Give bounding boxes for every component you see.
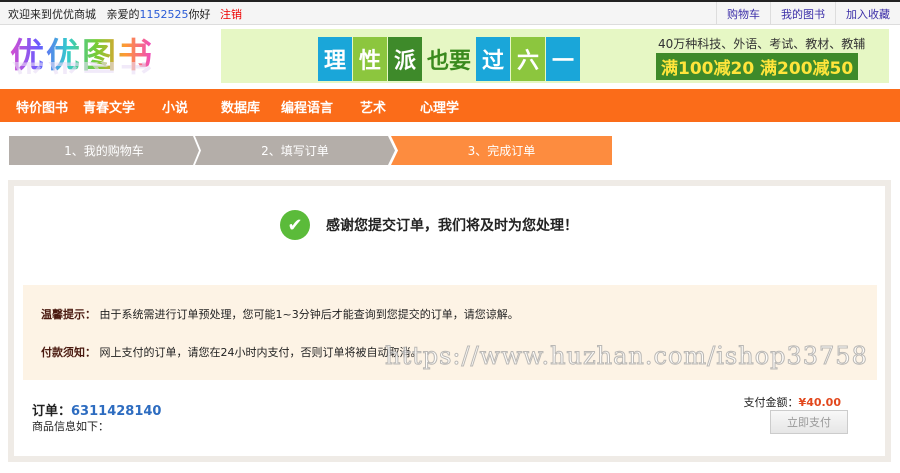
order-label: 订单： <box>32 404 72 419</box>
check-icon: ✔ <box>280 210 310 240</box>
logout-link[interactable]: 注销 <box>220 8 242 21</box>
product-info-label: 商品信息如下： <box>32 420 109 433</box>
payment-note-text: 网上支付的订单，请您在24小时内支付，否则订单将被自动取消。 <box>99 346 422 359</box>
checkout-steps: 1、我的购物车 2、填写订单 3、完成订单 <box>9 136 612 165</box>
banner-tile: 理 <box>318 37 352 81</box>
nav-item[interactable]: 数据库 <box>221 97 260 116</box>
banner-deal: 满100减20 满200减50 <box>656 53 859 80</box>
nav-item[interactable]: 心理学 <box>420 97 459 116</box>
nav-item[interactable]: 小说 <box>162 97 188 116</box>
main-nav: 特价图书 青春文学 小说 数据库 编程语言 艺术 心理学 <box>0 89 900 122</box>
greet-prefix: 亲爱的 <box>106 8 140 21</box>
nav-item[interactable]: 艺术 <box>360 97 386 116</box>
watermark: https://www.huzhan.com/ishop33758 <box>385 342 868 371</box>
thanks-message: 感谢您提交订单，我们将及时为您处理！ <box>326 218 578 234</box>
step-cart: 1、我的购物车 <box>9 136 199 165</box>
nav-item[interactable]: 编程语言 <box>281 97 333 116</box>
banner-tile: 性 <box>353 37 387 81</box>
pay-now-button[interactable]: 立即支付 <box>770 410 848 434</box>
promo-banner[interactable]: 理 性 派 也要 过 六 一 40万种科技、外语、考试、教材、教辅 满100减2… <box>221 29 889 83</box>
banner-tile: 一 <box>546 37 581 81</box>
order-number: 6311428140 <box>71 404 162 419</box>
nav-item[interactable]: 特价图书 <box>16 97 68 116</box>
banner-tile: 六 <box>511 37 546 81</box>
payment-note-label: 付款须知： <box>41 346 96 359</box>
logo-reflection: 优优图书 <box>10 62 154 84</box>
my-books-link[interactable]: 我的图书 <box>770 2 835 25</box>
cart-link[interactable]: 购物车 <box>716 2 770 25</box>
welcome-text: 欢迎来到优优商城 <box>8 8 96 21</box>
add-favorite-link[interactable]: 加入收藏 <box>835 2 900 25</box>
banner-tile: 过 <box>476 37 511 81</box>
pay-amount: ¥40.00 <box>798 396 841 409</box>
tip-label: 温馨提示： <box>41 308 96 321</box>
order-result-panel: ✔ 感谢您提交订单，我们将及时为您处理！ 温馨提示： 由于系统需进行订单预处理，… <box>8 180 891 462</box>
banner-subtitle: 40万种科技、外语、考试、教材、教辅 <box>658 37 866 51</box>
nav-item[interactable]: 青春文学 <box>83 97 135 116</box>
username-link[interactable]: 1152525 <box>140 8 189 21</box>
pay-amount-label: 支付金额： <box>743 396 799 409</box>
welcome: 欢迎来到优优商城 亲爱的1152525你好 注销 <box>8 6 242 22</box>
step-fill-order: 2、填写订单 <box>195 136 395 165</box>
banner-tile: 也要 <box>427 49 472 74</box>
step-complete: 3、完成订单 <box>391 136 612 165</box>
greet-suffix: 你好 <box>188 8 211 21</box>
top-bar: 欢迎来到优优商城 亲爱的1152525你好 注销 购物车 我的图书 加入收藏 <box>0 0 900 25</box>
banner-tile: 派 <box>388 37 422 81</box>
tip-text: 由于系统需进行订单预处理，您可能1~3分钟后才能查询到您提交的订单，请您谅解。 <box>99 308 519 321</box>
